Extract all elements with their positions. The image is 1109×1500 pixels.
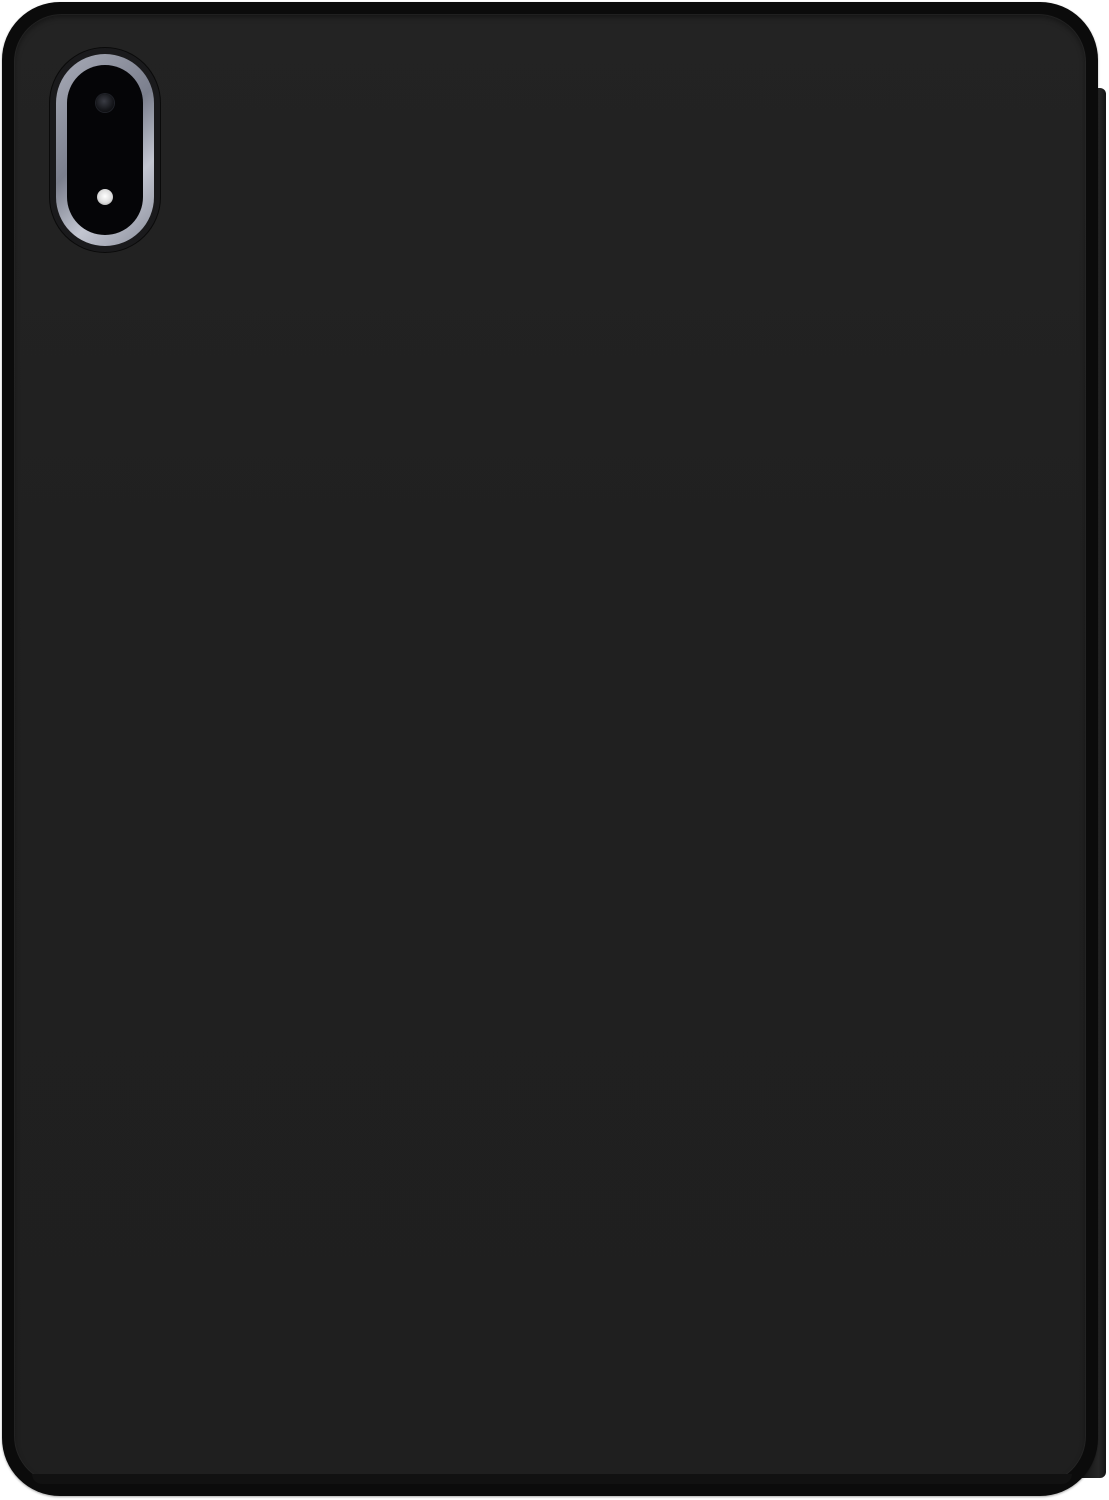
camera-cutout — [50, 48, 160, 252]
case-bottom-lip — [32, 1474, 1072, 1484]
camera-ring — [56, 54, 154, 246]
tablet-case — [2, 2, 1098, 1496]
camera-lens-icon — [96, 94, 114, 112]
case-back-panel — [14, 14, 1086, 1484]
product-photo — [0, 0, 1109, 1500]
camera-glass — [67, 65, 143, 235]
camera-flash-icon — [97, 189, 113, 205]
